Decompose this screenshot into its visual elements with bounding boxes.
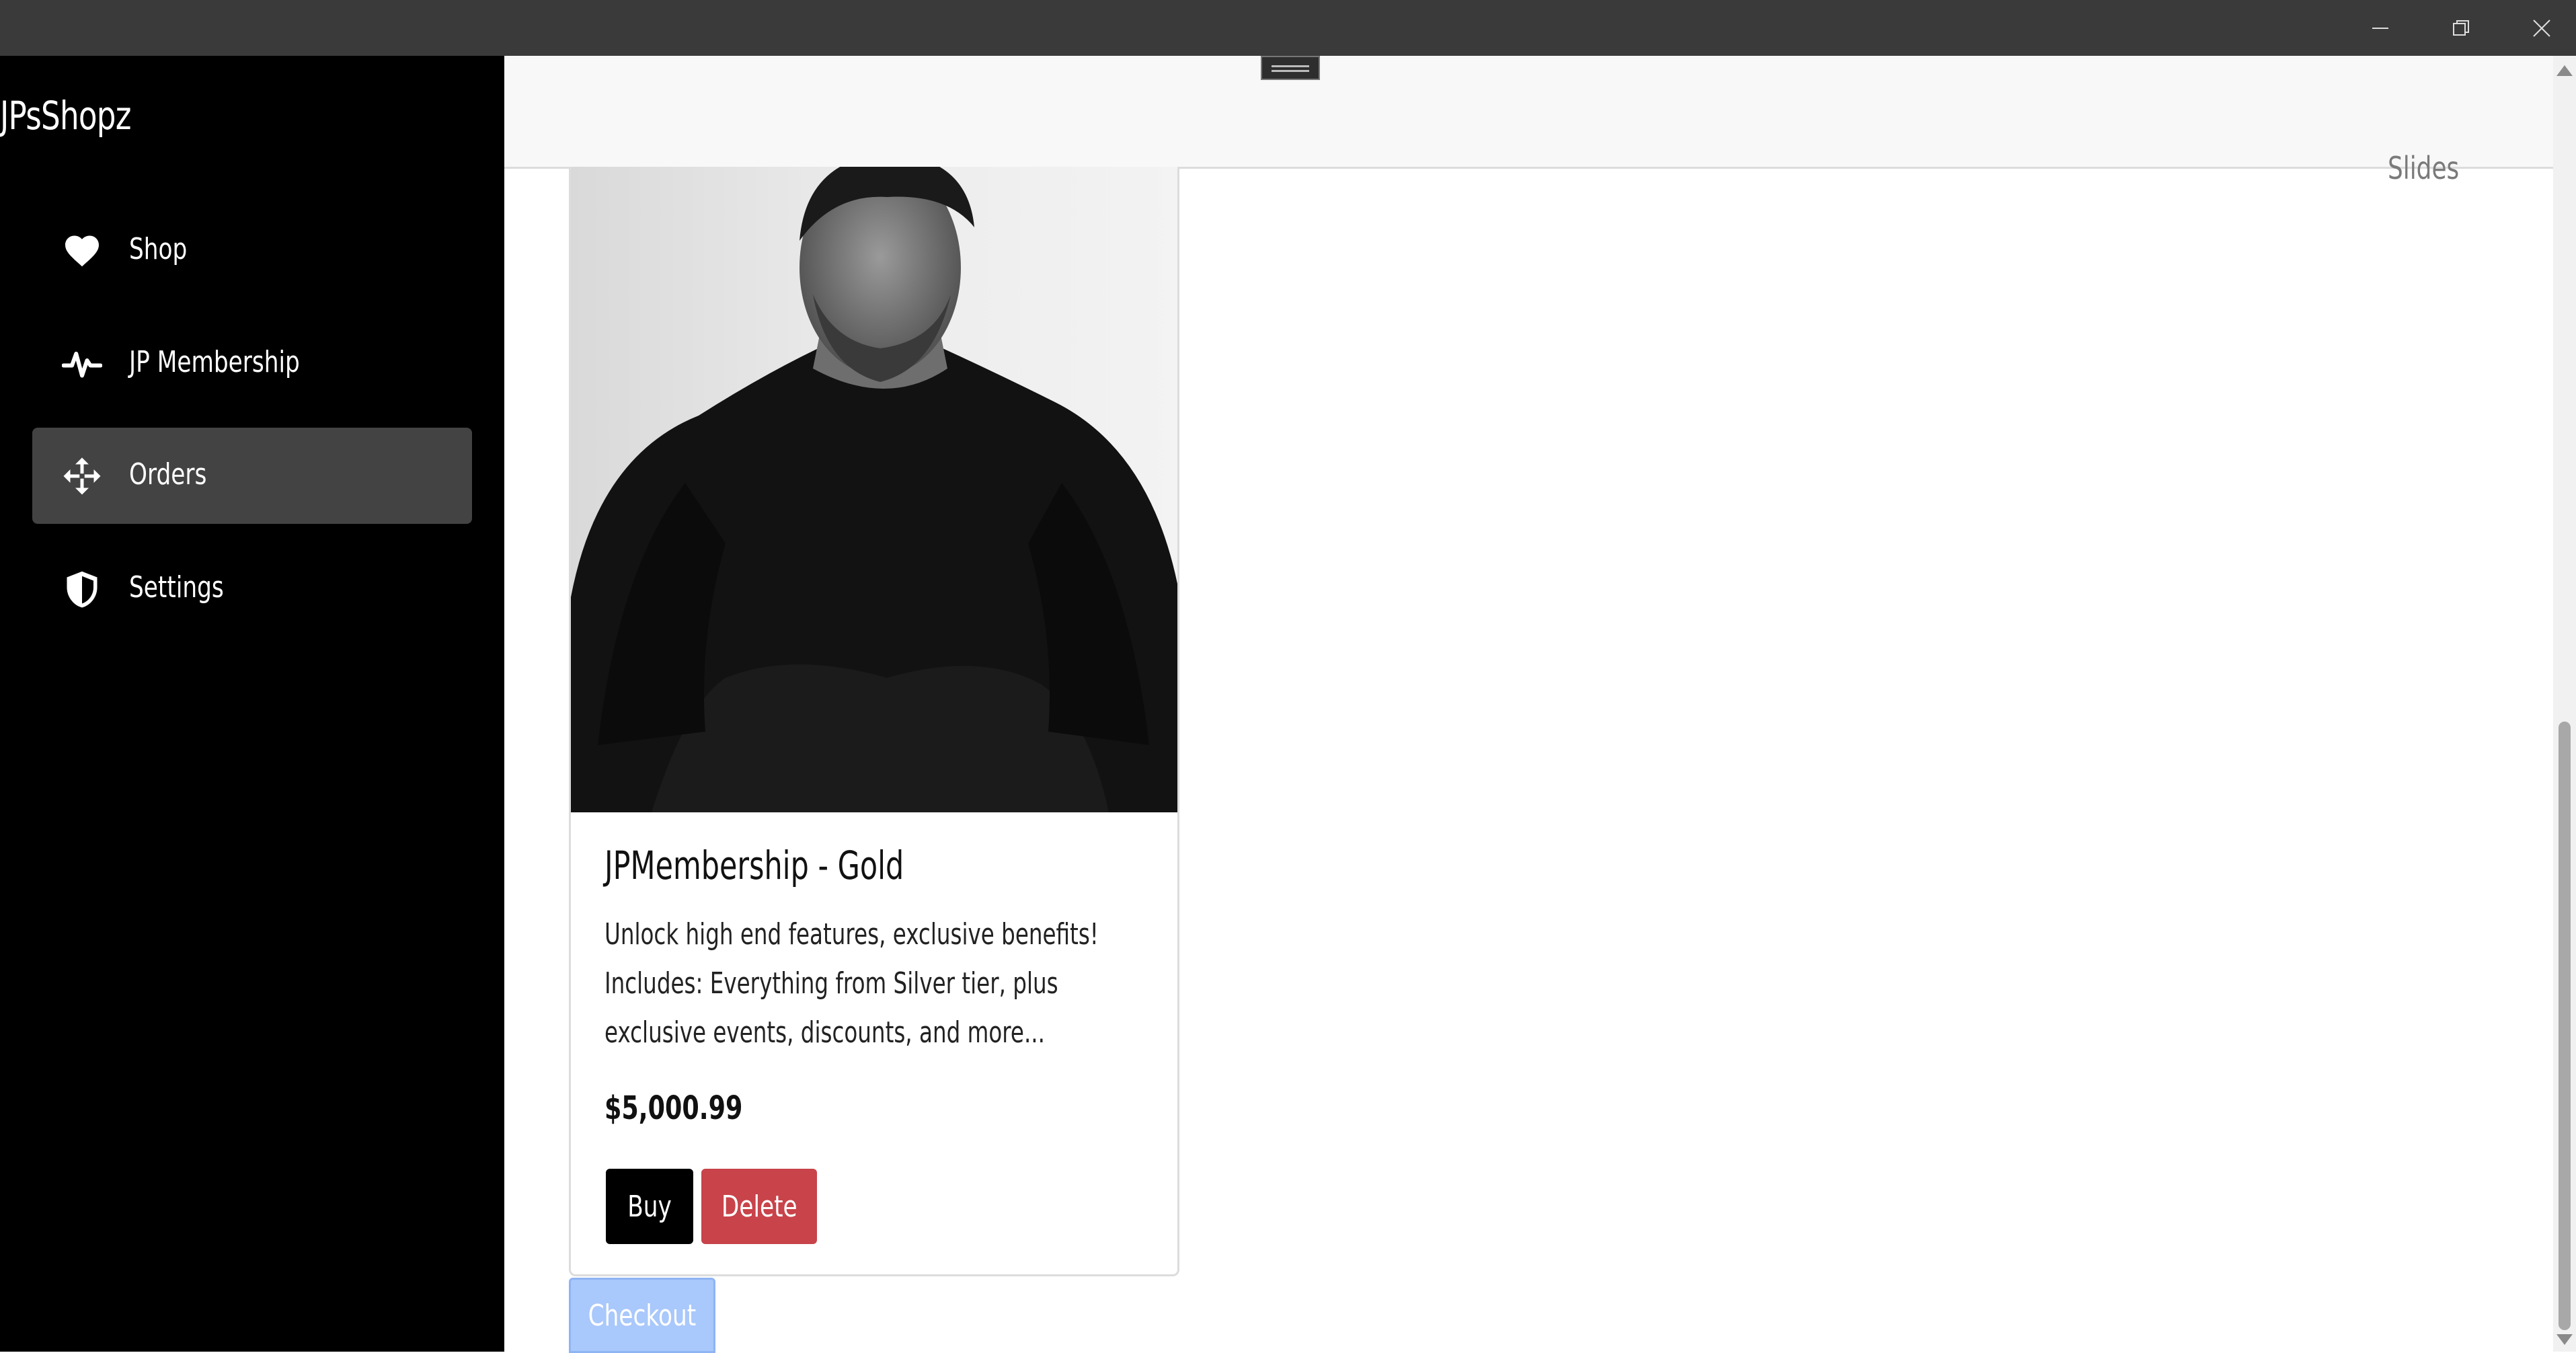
product-title: JPMembership - Gold	[604, 843, 904, 888]
buy-button-label: Buy	[627, 1189, 672, 1224]
sidebar-item-orders[interactable]: Orders	[32, 428, 472, 524]
sidebar-item-jp-membership[interactable]: JP Membership	[32, 315, 472, 412]
heart-icon	[65, 235, 99, 267]
scroll-up-icon[interactable]	[2557, 65, 2573, 76]
pulse-icon	[62, 352, 102, 378]
sidebar: JPsShopz Shop JP Membership Orders Setti…	[0, 56, 504, 1352]
buy-button[interactable]: Buy	[606, 1169, 693, 1244]
scroll-down-icon[interactable]	[2557, 1334, 2573, 1345]
vertical-scrollbar[interactable]	[2553, 56, 2576, 1352]
sidebar-item-shop[interactable]: Shop	[32, 202, 472, 299]
checkout-button[interactable]: Checkout	[569, 1278, 715, 1353]
sidebar-item-label: Shop	[129, 232, 188, 266]
move-arrows-icon	[63, 457, 101, 495]
sidebar-item-label: Orders	[129, 457, 207, 492]
product-image	[571, 167, 1177, 812]
sidebar-item-settings[interactable]: Settings	[32, 541, 472, 637]
delete-button[interactable]: Delete	[701, 1169, 817, 1244]
drag-handle-icon[interactable]	[1261, 56, 1320, 80]
brand-title: JPsShopz	[0, 93, 131, 139]
top-header: Slides	[504, 56, 2553, 186]
product-price: $5,000.99	[604, 1089, 743, 1127]
checkout-button-label: Checkout	[588, 1298, 697, 1333]
restore-icon[interactable]	[2421, 0, 2501, 56]
sidebar-item-label: JP Membership	[129, 345, 300, 379]
window-title-bar	[0, 0, 2576, 56]
delete-button-label: Delete	[721, 1189, 797, 1224]
product-description: Unlock high end features, exclusive bene…	[604, 917, 1099, 1050]
product-card: JPMembership - Gold Unlock high end feat…	[569, 167, 1179, 1276]
close-icon[interactable]	[2501, 0, 2576, 56]
sidebar-item-label: Settings	[129, 570, 224, 605]
minimize-icon[interactable]	[2340, 0, 2421, 56]
slides-link[interactable]: Slides	[2388, 150, 2459, 186]
scrollbar-thumb[interactable]	[2559, 722, 2571, 1330]
shield-icon	[67, 571, 97, 608]
